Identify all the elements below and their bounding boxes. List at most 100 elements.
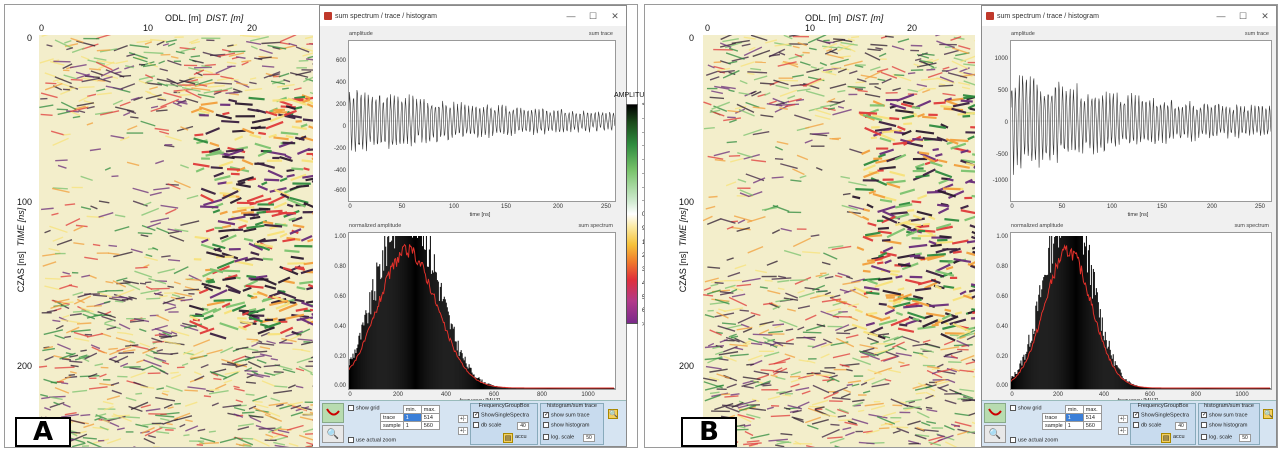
col-max: max. (420, 405, 440, 414)
magnifier-icon[interactable]: 🔍 (608, 409, 618, 419)
radargram-stroke (944, 218, 960, 222)
radargram-image[interactable] (39, 35, 313, 447)
radargram-stroke (236, 206, 255, 210)
radargram-stroke (240, 211, 255, 215)
accu-button[interactable]: ▤ (1161, 433, 1171, 443)
radargram-stroke (774, 344, 786, 347)
sample-spin-button[interactable]: +|- (1118, 427, 1128, 435)
close-icon[interactable]: ✕ (604, 11, 626, 22)
show-grid-checkbox[interactable]: show grid (348, 405, 380, 411)
x-tick: 800 (536, 392, 547, 398)
radargram-stroke (278, 318, 286, 322)
radargram-stroke (926, 68, 936, 71)
radargram-stroke (218, 228, 235, 233)
curve-icon[interactable] (984, 403, 1006, 423)
magnifier-icon[interactable]: 🔍 (1263, 409, 1273, 419)
show-histogram-checkbox[interactable]: show histogram (1201, 422, 1248, 428)
y-tick: 200 (679, 361, 695, 371)
magnifier-icon[interactable]: 🔍 (322, 425, 344, 443)
radargram-stroke (312, 63, 313, 65)
show-single-spectra-checkbox[interactable]: ShowSingleSpectra (473, 412, 529, 418)
sample-max-input[interactable]: 560 (420, 421, 440, 430)
window-titlebar[interactable]: sum spectrum / trace / histogram — ☐ ✕ (320, 6, 626, 26)
maximize-icon[interactable]: ☐ (1232, 11, 1254, 22)
sample-max-input[interactable]: 560 (1082, 421, 1102, 430)
radargram-stroke (80, 349, 87, 352)
radargram-stroke (309, 308, 313, 312)
panel-a: ODL. [m] DIST. [m] 0 10 20 0 100 200 CZA… (4, 4, 638, 448)
db-scale-checkbox[interactable]: db scale (473, 422, 502, 428)
log-scale-checkbox[interactable]: log. scale (1201, 434, 1232, 440)
radargram-stroke (760, 82, 775, 85)
show-single-spectra-checkbox[interactable]: ShowSingleSpectra (1133, 412, 1189, 418)
sum-trace-plot[interactable]: amplitude sum trace (348, 31, 616, 202)
y-tick: 0.20 (334, 354, 346, 360)
row-sample: sample (1042, 421, 1066, 430)
plot-left-label: amplitude (349, 31, 373, 37)
plot-right-label: sum trace (588, 31, 613, 37)
x-tick: 0 (705, 23, 711, 33)
show-sum-trace-checkbox[interactable]: show sum trace (1201, 412, 1248, 418)
trace-min-input[interactable]: 1 (402, 413, 422, 422)
frequency-group: FrequencyGroupBox ShowSingleSpectra db s… (1130, 403, 1196, 445)
x-tick: 200 (1206, 204, 1217, 210)
accu-button[interactable]: ▤ (503, 433, 513, 443)
radargram-stroke (222, 111, 230, 116)
minimize-icon[interactable]: — (1210, 11, 1232, 21)
radargram-image[interactable] (703, 35, 975, 447)
log-scale-checkbox[interactable]: log. scale (543, 434, 574, 440)
sample-min-input[interactable]: 1 (402, 421, 422, 430)
sample-min-input[interactable]: 1 (1064, 421, 1084, 430)
sum-trace-plot[interactable]: amplitude sum trace (1010, 31, 1272, 202)
x-tick: 150 (1156, 204, 1167, 210)
radargram-stroke (922, 115, 937, 120)
radargram-stroke (80, 414, 91, 417)
show-sum-trace-checkbox[interactable]: show sum trace (543, 412, 590, 418)
log-value-input[interactable]: 50 (583, 434, 595, 442)
db-value-input[interactable]: 40 (1175, 422, 1187, 430)
show-histogram-checkbox[interactable]: show histogram (543, 422, 590, 428)
col-min: min. (1064, 405, 1084, 414)
radargram-stroke (714, 281, 724, 285)
trace-min-input[interactable]: 1 (1064, 413, 1084, 422)
radargram-frame: ODL. [m] DIST. [m] 0 10 20 0 100 200 CZA… (645, 5, 975, 449)
close-icon[interactable]: ✕ (1254, 11, 1276, 22)
radargram-stroke (960, 99, 973, 103)
radargram-stroke (248, 308, 257, 312)
radargram-stroke (226, 181, 233, 185)
trace-max-input[interactable]: 514 (1082, 413, 1102, 422)
x-tick: 250 (1254, 204, 1265, 210)
radargram-stroke (932, 148, 939, 152)
trace-spin-button[interactable]: +|- (458, 415, 468, 423)
window-titlebar[interactable]: sum spectrum / trace / histogram — ☐ ✕ (982, 6, 1276, 26)
radargram-stroke (942, 187, 961, 191)
sum-spectrum-plot[interactable]: normalized amplitude sum spectrum (348, 223, 616, 390)
x-tick: 0 (1010, 204, 1014, 210)
sum-spectrum-plot[interactable]: normalized amplitude sum spectrum (1010, 223, 1272, 390)
radargram-stroke (167, 285, 174, 288)
x-tick: 200 (552, 204, 563, 210)
radargram-stroke (746, 363, 754, 366)
minimize-icon[interactable]: — (560, 11, 582, 21)
use-actual-zoom-checkbox[interactable]: use actual zoom (348, 437, 396, 443)
y-tick: 400 (335, 80, 346, 86)
show-grid-checkbox[interactable]: show grid (1010, 405, 1042, 411)
radargram-stroke (305, 445, 313, 447)
log-value-input[interactable]: 50 (1239, 434, 1251, 442)
sample-spin-button[interactable]: +|- (458, 427, 468, 435)
y-tick: 0 (1004, 120, 1008, 126)
radargram-stroke (779, 103, 800, 106)
curve-icon[interactable] (322, 403, 344, 423)
use-actual-zoom-checkbox[interactable]: use actual zoom (1010, 437, 1058, 443)
radargram-stroke (305, 433, 313, 435)
sum-trace-line (1011, 75, 1271, 175)
db-scale-checkbox[interactable]: db scale (1133, 422, 1162, 428)
radargram-stroke (280, 131, 299, 136)
maximize-icon[interactable]: ☐ (582, 11, 604, 22)
trace-spin-button[interactable]: +|- (1118, 415, 1128, 423)
trace-max-input[interactable]: 514 (420, 413, 440, 422)
magnifier-icon[interactable]: 🔍 (984, 425, 1006, 443)
plot-left-label: normalized amplitude (1011, 223, 1064, 229)
db-value-input[interactable]: 40 (517, 422, 529, 430)
radargram-stroke (867, 311, 878, 316)
